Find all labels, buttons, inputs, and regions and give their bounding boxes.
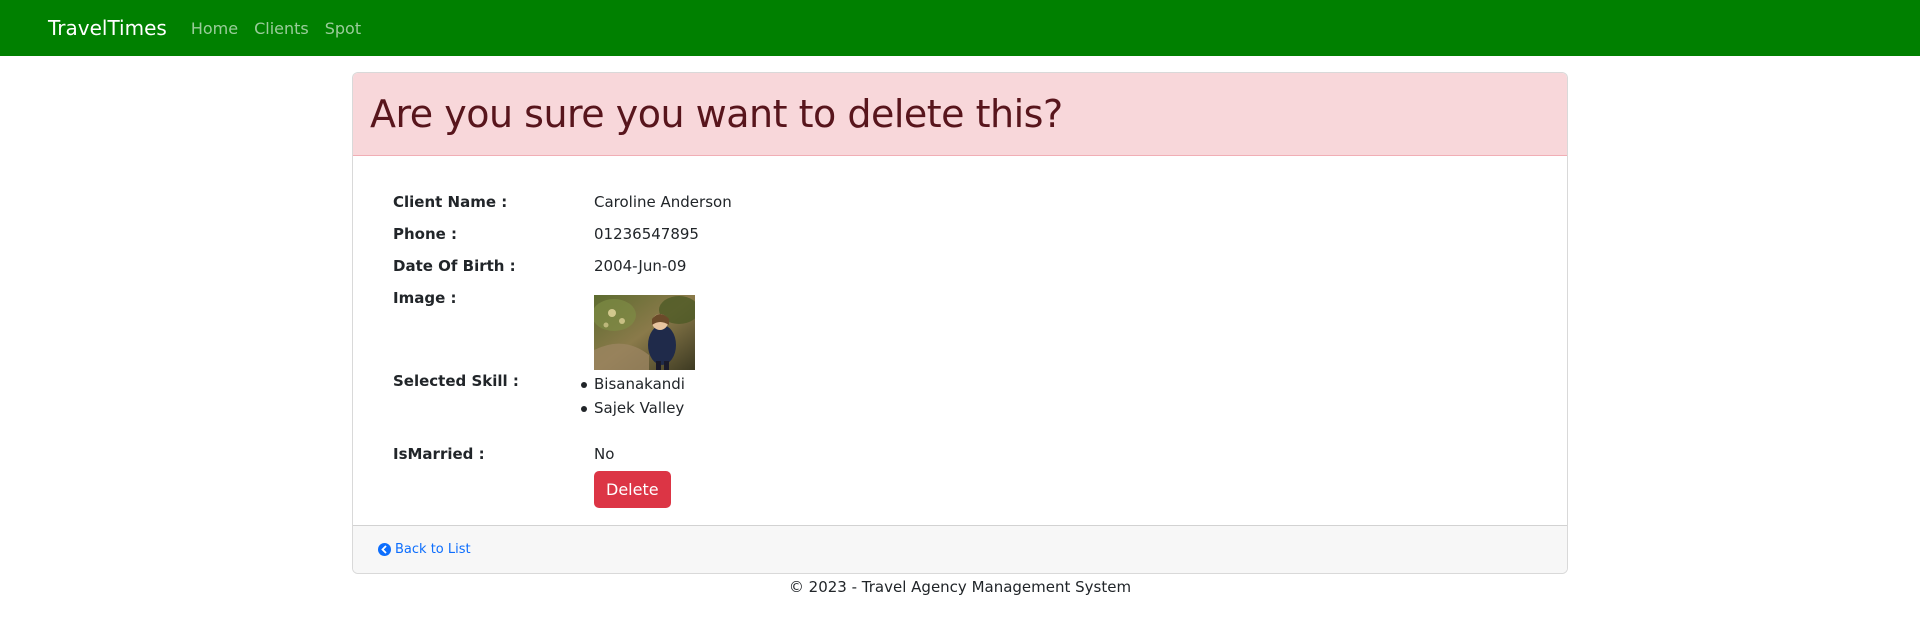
- dob-value: 2004-Jun-09: [594, 257, 687, 275]
- dob-label: Date Of Birth :: [393, 257, 516, 275]
- dob-row: Date Of Birth : 2004-Jun-09: [393, 257, 686, 275]
- client-name-value: Caroline Anderson: [594, 193, 732, 211]
- married-label: IsMarried :: [393, 445, 485, 463]
- navbar: TravelTimes Home Clients Spot: [0, 0, 1920, 56]
- list-item: Bisanakandi: [562, 372, 685, 396]
- arrow-circle-left-icon: [378, 543, 391, 556]
- page-title: Are you sure you want to delete this?: [370, 92, 1063, 136]
- list-item: Sajek Valley: [562, 396, 685, 420]
- back-to-list-link[interactable]: Back to List: [378, 542, 471, 557]
- client-name-row: Client Name : Caroline Anderson: [393, 193, 732, 211]
- phone-value: 01236547895: [594, 225, 699, 243]
- skills-list: Bisanakandi Sajek Valley: [562, 372, 685, 420]
- client-photo: [594, 295, 695, 370]
- client-image: [594, 289, 695, 370]
- nav-link-home[interactable]: Home: [191, 19, 238, 38]
- image-row: Image :: [393, 289, 695, 370]
- phone-label: Phone :: [393, 225, 458, 243]
- delete-button[interactable]: Delete: [594, 471, 671, 508]
- client-details: Client Name : Caroline Anderson Phone : …: [353, 156, 1567, 526]
- phone-row: Phone : 01236547895: [393, 225, 699, 243]
- skills-row: Selected Skill : Bisanakandi Sajek Valle…: [393, 372, 685, 420]
- married-value: No: [594, 445, 615, 463]
- delete-card: Are you sure you want to delete this? Cl…: [352, 72, 1568, 574]
- client-name-label: Client Name :: [393, 193, 508, 211]
- nav-link-clients[interactable]: Clients: [254, 19, 309, 38]
- nav-link-spot[interactable]: Spot: [325, 19, 361, 38]
- married-row: IsMarried : No: [393, 445, 614, 463]
- page-footer: © 2023 - Travel Agency Management System: [788, 578, 1132, 596]
- card-footer: Back to List: [353, 525, 1567, 573]
- image-label: Image :: [393, 289, 457, 307]
- brand-link[interactable]: TravelTimes: [48, 16, 167, 40]
- delete-alert-header: Are you sure you want to delete this?: [353, 73, 1567, 156]
- back-to-list-label: Back to List: [395, 542, 471, 557]
